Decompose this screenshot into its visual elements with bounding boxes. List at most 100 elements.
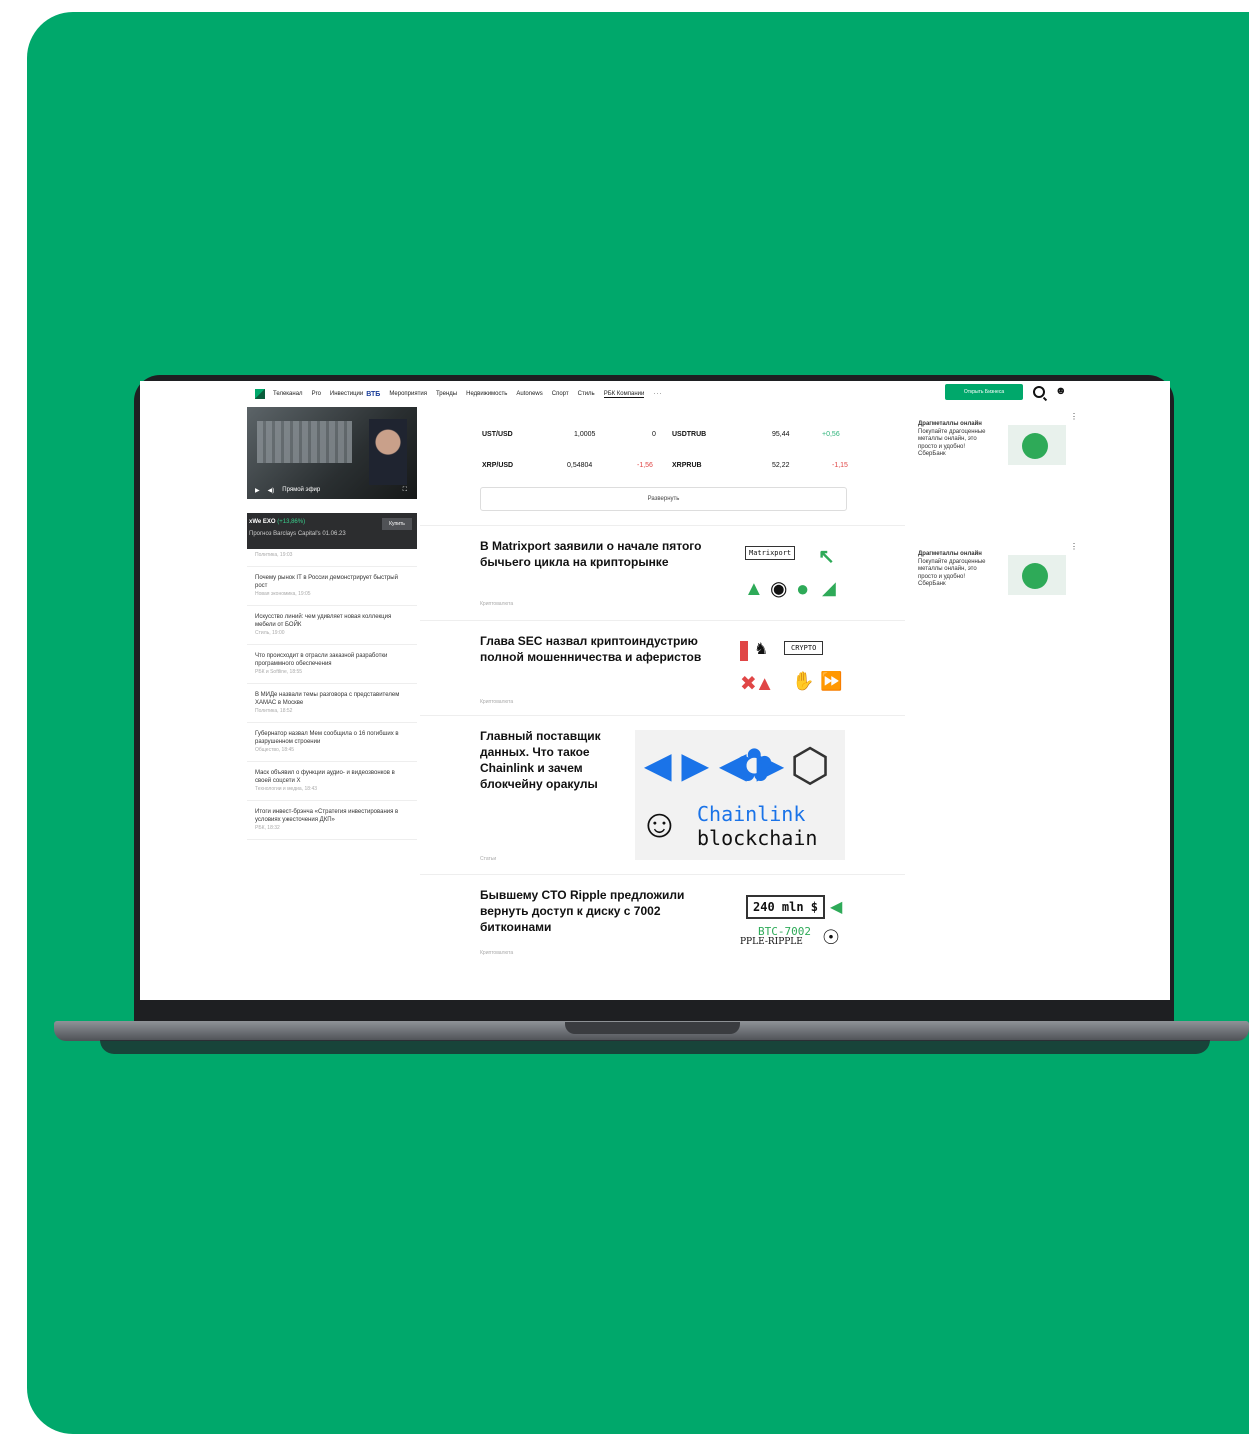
play-icon[interactable]: ▶: [255, 487, 260, 494]
ad-card[interactable]: ⋮ Драгметаллы онлайн Покупайте драгоценн…: [918, 543, 1078, 651]
coin-icon: ◉: [770, 578, 788, 600]
nav-item-style[interactable]: Стиль: [578, 391, 595, 397]
ripple-label: PPLE-RIPPLE: [740, 937, 803, 947]
article-category: Криптовалюта: [480, 601, 514, 607]
news-meta: Политика, 18:52: [255, 708, 293, 714]
article-image[interactable]: Matrixport ↖ ▲ ◉ ● ◢: [740, 540, 846, 604]
fullscreen-icon[interactable]: ⛶: [403, 487, 407, 494]
open-business-button[interactable]: Открыть Бизнеса: [945, 384, 1023, 400]
article-card[interactable]: Бывшему CTO Ripple предложили вернуть до…: [420, 874, 905, 971]
rbc-logo[interactable]: [255, 389, 265, 399]
nav-item-invest[interactable]: Инвестиции: [330, 391, 363, 397]
news-meta: Общество, 18:45: [255, 747, 295, 753]
laptop-screen: Телеканал Pro Инвестиции ВТБ Мероприятия…: [140, 381, 1170, 1000]
vtb-logo[interactable]: ВТБ: [366, 391, 380, 398]
article-title[interactable]: Главный поставщик данных. Что такое Chai…: [480, 728, 620, 792]
rate-row[interactable]: XRP/USD 0,54804 -1,56 XRPRUB 52,22 -1,15: [482, 456, 852, 474]
news-meta: Новая экономика, 19:05: [255, 591, 311, 597]
nav-item-events[interactable]: Мероприятия: [389, 391, 427, 397]
ad-image: [1008, 425, 1066, 465]
rate-row[interactable]: UST/USD 1,0005 0 USDTRUB 95,44 +0,56: [482, 425, 852, 443]
article-title[interactable]: В Matrixport заявили о начале пятого быч…: [480, 538, 710, 570]
ad-menu-icon[interactable]: ⋮: [1070, 413, 1078, 421]
live-video-player[interactable]: ▶ ◀) Прямой эфир ⛶: [247, 407, 417, 499]
rate-pair: XRPRUB: [672, 461, 702, 469]
search-icon[interactable]: [1033, 386, 1045, 398]
ad-image: [1008, 555, 1066, 595]
article-title[interactable]: Глава SEC назвал криптоиндустрию полной …: [480, 633, 720, 665]
rate-pair: USDTRUB: [672, 430, 707, 438]
rate-change: -1,56: [637, 461, 653, 469]
triangle-icon: ◢: [822, 578, 836, 598]
ticker-subtitle: Прогноз Barclays Capital's 01.06.23: [249, 531, 346, 537]
nav-item-pro[interactable]: Pro: [312, 391, 321, 397]
nav-item-realty[interactable]: Недвижимость: [466, 391, 507, 397]
nav-item-tv[interactable]: Телеканал: [273, 391, 303, 397]
left-column: ▶ ◀) Прямой эфир ⛶ xWe EXO (+13,86%) Про…: [247, 407, 417, 987]
user-icon[interactable]: ☻: [1055, 385, 1067, 397]
video-building-frame: [257, 421, 352, 463]
arrow-icon: ↖: [818, 546, 835, 568]
rate-change: +0,56: [822, 430, 840, 438]
news-title: Губернатор назвал Мем сообщила о 16 поги…: [255, 731, 399, 745]
video-controls: ▶ ◀) Прямой эфир ⛶: [247, 481, 417, 499]
news-meta: Стиль, 19:00: [255, 630, 285, 636]
news-title: Что происходит в отрасли заказной разраб…: [255, 653, 388, 667]
news-meta: РБК и Softline, 18:55: [255, 669, 303, 675]
rate-value: 0,54804: [567, 461, 593, 469]
news-item[interactable]: Итоги инвест-брэнча «Стратегия инвестиро…: [247, 801, 417, 840]
ticker-name: xWe EXO: [249, 519, 276, 525]
news-title: Итоги инвест-брэнча «Стратегия инвестиро…: [255, 809, 399, 823]
news-item[interactable]: В МИДе назвали темы разговора с представ…: [247, 684, 417, 723]
ad-card[interactable]: ⋮ Драгметаллы онлайн Покупайте драгоценн…: [918, 413, 1078, 521]
matrixport-label: Matrixport: [745, 546, 796, 560]
news-item[interactable]: Губернатор назвал Мем сообщила о 16 поги…: [247, 723, 417, 762]
article-image[interactable]: 240 mln $ ◀ BTC-7002 PPLE-RIPPLE ☉: [740, 889, 846, 955]
amount-label: 240 mln $: [746, 895, 826, 919]
news-item[interactable]: Что происходит в отрасли заказной разраб…: [247, 645, 417, 684]
news-feed: Политика, 19:03 Почему рынок IT в России…: [247, 549, 417, 840]
buy-button[interactable]: Купить: [382, 518, 412, 530]
ticker-line: xWe EXO (+13,86%): [249, 519, 305, 525]
stock-ticker-bar: xWe EXO (+13,86%) Прогноз Barclays Capit…: [247, 513, 417, 549]
rate-pair: UST/USD: [482, 430, 513, 438]
article-title[interactable]: Бывшему CTO Ripple предложили вернуть до…: [480, 887, 720, 935]
ad-body: Покупайте драгоценные металлы онлайн, эт…: [918, 558, 986, 588]
expand-rates-button[interactable]: Развернуть: [480, 487, 847, 511]
nav-item-autonews[interactable]: Autonews: [516, 391, 542, 397]
rate-pair: XRP/USD: [482, 461, 514, 469]
article-category: Статьи: [480, 856, 497, 862]
article-card[interactable]: Главный поставщик данных. Что такое Chai…: [420, 715, 905, 874]
article-card[interactable]: Глава SEC назвал криптоиндустрию полной …: [420, 620, 905, 715]
red-bar: [740, 641, 748, 661]
news-item[interactable]: Политика, 19:03: [247, 549, 417, 567]
more-menu-icon[interactable]: ···: [653, 391, 662, 397]
volume-icon[interactable]: ◀): [268, 487, 275, 494]
ticker-change: (+13,86%): [277, 519, 306, 525]
shapes-icon: ▲: [744, 578, 764, 600]
ad-menu-icon[interactable]: ⋮: [1070, 543, 1078, 551]
rate-change: -1,15: [832, 461, 848, 469]
article-image[interactable]: ◄►◄► ✿ ⬡ ☺ Chainlink blockchain: [635, 730, 845, 860]
clover-icon: ✿: [735, 739, 774, 791]
article-image[interactable]: ♞ CRYPTO ✖▲ ✋ ⏩: [740, 635, 846, 699]
article-card[interactable]: В Matrixport заявили о начале пятого быч…: [420, 525, 905, 620]
live-label: Прямой эфир: [282, 487, 321, 493]
spy-icon: ♞: [754, 641, 769, 658]
hand-icon: ✋: [792, 671, 815, 691]
laptop-notch: [565, 1022, 740, 1034]
circle-icon: ●: [796, 576, 810, 601]
news-meta: РБК, 18:32: [255, 825, 280, 831]
ad-heading: Драгметаллы онлайн: [918, 421, 982, 427]
news-meta: Политика, 19:03: [255, 552, 293, 558]
ad-body: Покупайте драгоценные металлы онлайн, эт…: [918, 428, 986, 458]
nav-item-sport[interactable]: Спорт: [552, 391, 569, 397]
ad-heading: Драгметаллы онлайн: [918, 551, 982, 557]
news-item[interactable]: Искусство линий: чем удивляет новая колл…: [247, 606, 417, 645]
coin-icon: ☉: [822, 927, 840, 949]
nav-item-companies[interactable]: РБК Компании: [603, 391, 645, 398]
news-title: Искусство линий: чем удивляет новая колл…: [255, 614, 392, 628]
news-item[interactable]: Почему рынок IT в России демонстрирует б…: [247, 567, 417, 606]
news-item[interactable]: Маск объявил о функции аудио- и видеозво…: [247, 762, 417, 801]
nav-item-trends[interactable]: Тренды: [436, 391, 457, 397]
